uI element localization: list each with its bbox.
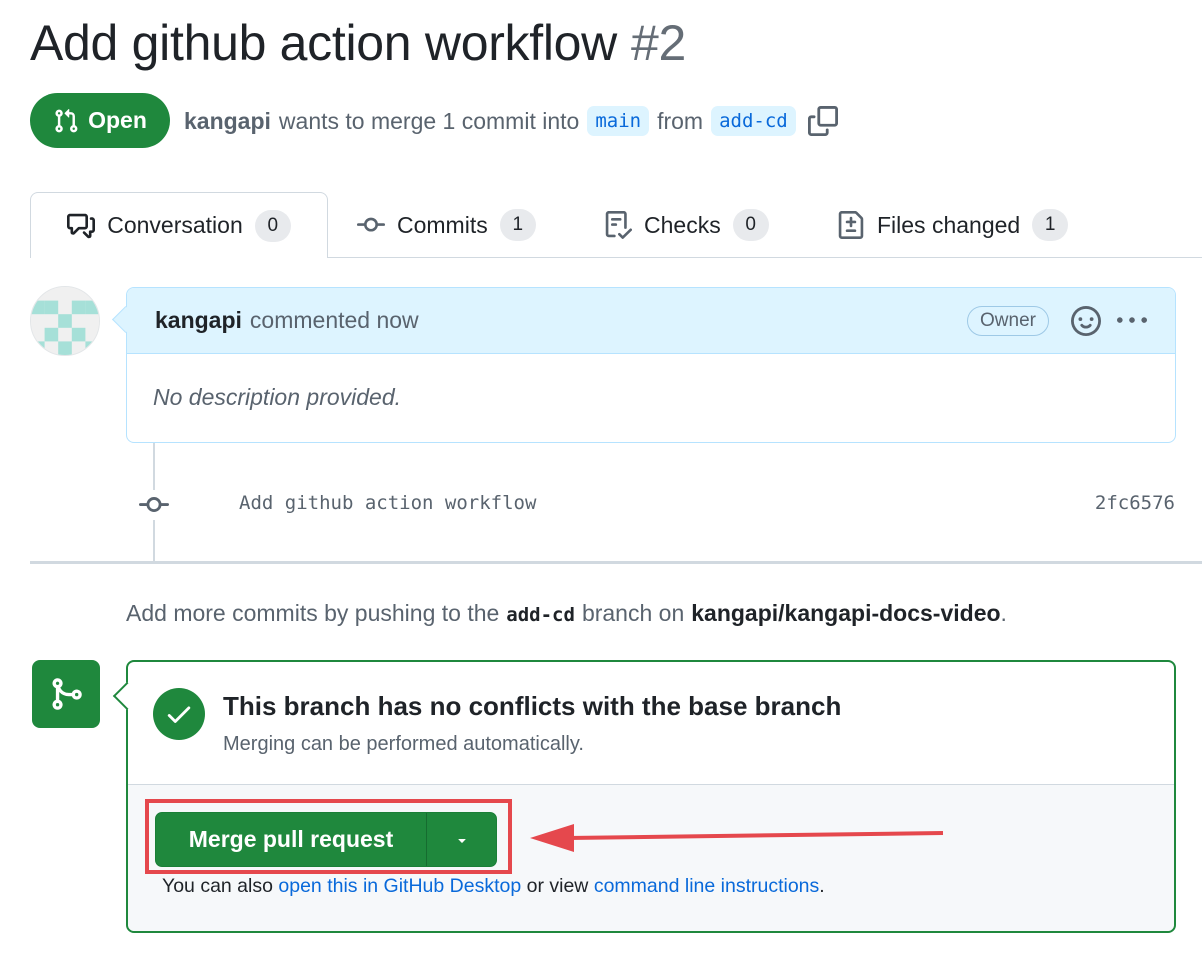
git-pull-request-icon [55, 108, 78, 132]
identicon-avatar-icon [31, 287, 99, 355]
commit-message-link[interactable]: Add github action workflow [239, 492, 536, 514]
merge-status-section: This branch has no conflicts with the ba… [128, 662, 1174, 785]
comment-discussion-icon [67, 213, 96, 238]
pr-meta: kangapi wants to merge 1 commit into mai… [184, 104, 838, 138]
smiley-icon[interactable] [1071, 305, 1101, 336]
hint-text: Add more commits by pushing to the [126, 600, 500, 626]
status-badge: Open [30, 93, 170, 148]
kebab-horizontal-icon[interactable] [1117, 306, 1147, 336]
check-circle [153, 688, 205, 740]
comment-body: No description provided. [153, 384, 402, 410]
head-branch-ref[interactable]: add-cd [711, 106, 796, 136]
tab-counter: 0 [254, 209, 291, 242]
tab-files-changed[interactable]: Files changed 1 [837, 192, 1069, 258]
hint-branch: add-cd [506, 604, 575, 626]
tab-label: Files changed [877, 211, 1021, 238]
page-title: Add github action workflow #2 [30, 14, 686, 72]
also-text: . [819, 875, 825, 897]
comment-author-link[interactable]: kangapi [155, 307, 242, 334]
base-branch-ref[interactable]: main [587, 106, 650, 136]
tab-counter: 1 [1032, 209, 1069, 241]
tab-counter: 0 [732, 209, 769, 241]
avatar[interactable] [30, 286, 100, 356]
tab-label: Conversation [107, 212, 243, 238]
comment-box: kangapi commented now Owner No descripti… [126, 287, 1176, 443]
hint-text: . [1000, 600, 1007, 626]
tab-conversation[interactable]: Conversation 0 [30, 192, 328, 258]
commit-sha-link[interactable]: 2fc6576 [1095, 492, 1175, 514]
pr-number: #2 [630, 15, 686, 71]
merge-status-title: This branch has no conflicts with the ba… [223, 691, 842, 721]
check-icon [167, 706, 191, 723]
git-commit-icon [139, 490, 169, 520]
also-text: or view [526, 875, 589, 897]
comment-timestamp: commented now [249, 307, 419, 333]
pr-summary-text: wants to merge 1 commit into [278, 107, 580, 134]
tab-label: Checks [644, 211, 721, 238]
annotation-arrow-icon [530, 824, 944, 852]
merge-alternatives-text: You can also open this in GitHub Desktop… [162, 875, 825, 898]
file-diff-icon [838, 211, 864, 239]
tab-counter: 1 [499, 209, 536, 241]
git-merge-icon [52, 678, 82, 710]
timeline-divider [30, 561, 1202, 564]
copy-icon[interactable] [807, 106, 838, 136]
tab-commits[interactable]: Commits 1 [357, 192, 536, 258]
also-text: You can also [162, 875, 273, 897]
push-hint: Add more commits by pushing to the add-c… [126, 600, 1007, 627]
annotation-highlight-box [145, 799, 512, 874]
git-commit-icon [357, 217, 385, 232]
checklist-icon [605, 211, 632, 239]
pr-title: Add github action workflow [30, 15, 617, 71]
owner-badge: Owner [967, 305, 1049, 336]
tab-checks[interactable]: Checks 0 [604, 192, 769, 258]
status-label: Open [88, 107, 147, 133]
from-text: from [657, 107, 704, 134]
tab-label: Commits [397, 211, 488, 238]
comment-header: kangapi commented now Owner [127, 288, 1175, 354]
hint-text: branch on [581, 600, 685, 626]
open-in-desktop-link[interactable]: open this in GitHub Desktop [278, 875, 521, 897]
pr-author-link[interactable]: kangapi [184, 108, 271, 135]
merge-status-subtitle: Merging can be performed automatically. [223, 733, 584, 755]
command-line-instructions-link[interactable]: command line instructions [594, 875, 819, 897]
hint-repo: kangapi/kangapi-docs-video [691, 600, 1001, 626]
merge-status-icon-box [32, 660, 100, 728]
